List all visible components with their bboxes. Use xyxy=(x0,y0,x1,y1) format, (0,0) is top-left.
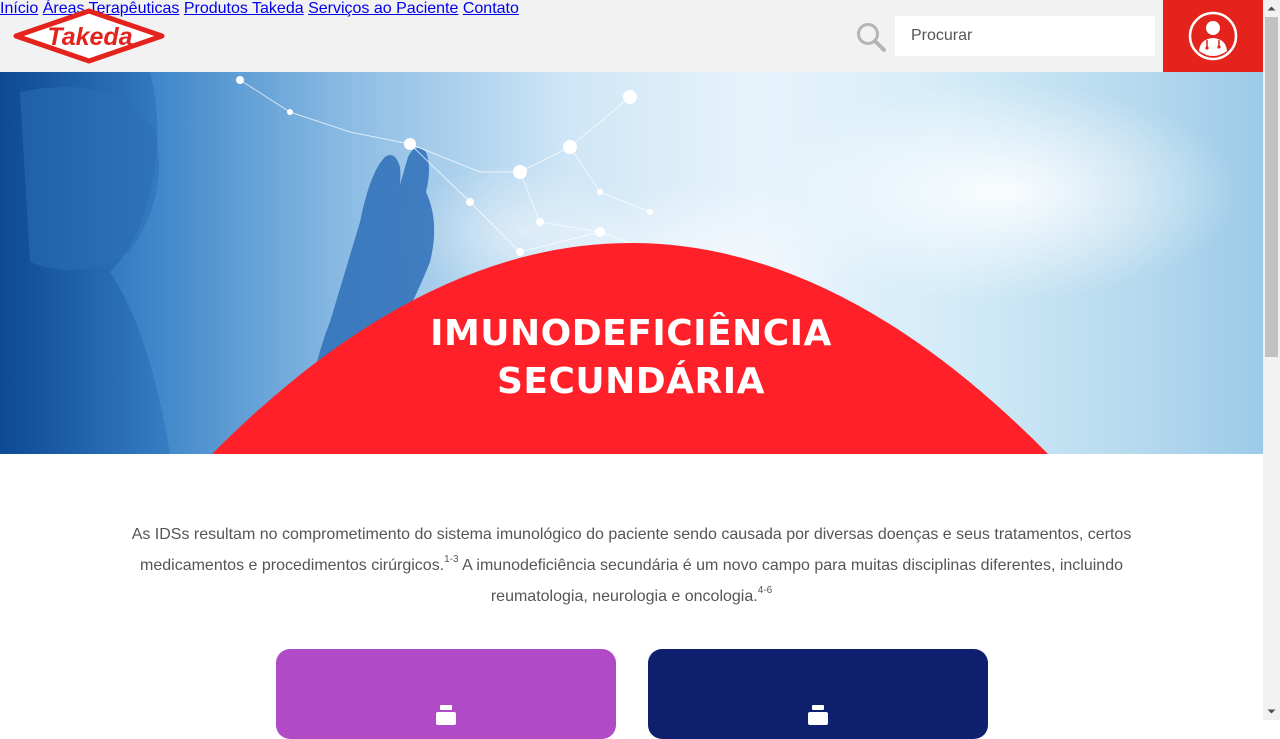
medicine-bottle-icon xyxy=(808,705,828,725)
page-scrollbar[interactable] xyxy=(1263,0,1280,720)
doctor-profile-icon xyxy=(1188,11,1238,61)
nav-contato[interactable]: Contato xyxy=(463,0,519,17)
medicine-bottle-icon xyxy=(436,705,456,725)
intro-text-part2: A imunodeficiência secundária é um novo … xyxy=(458,557,1123,605)
card-navy[interactable] xyxy=(648,649,988,739)
scroll-down-arrow-icon[interactable] xyxy=(1263,703,1280,720)
takeda-logo[interactable]: Takeda xyxy=(12,8,166,64)
hero-title-line1: IMUNODEFICIÊNCIA xyxy=(430,313,832,354)
nav-produtos-takeda[interactable]: Produtos Takeda xyxy=(184,0,304,17)
healthcare-professional-button[interactable] xyxy=(1163,0,1263,72)
search-icon[interactable] xyxy=(856,22,886,52)
scroll-up-arrow-icon[interactable] xyxy=(1263,0,1280,17)
card-purple[interactable] xyxy=(276,649,616,739)
hero-banner: IMUNODEFICIÊNCIA SECUNDÁRIA xyxy=(0,72,1263,454)
search-input[interactable] xyxy=(895,16,1155,56)
site-header: Takeda Início Áreas Terapêuticas Produto… xyxy=(0,0,1263,72)
hero-title: IMUNODEFICIÊNCIA SECUNDÁRIA xyxy=(331,310,931,406)
citation-1-3: 1-3 xyxy=(444,553,459,565)
logo-text: Takeda xyxy=(47,23,132,51)
scrollbar-thumb[interactable] xyxy=(1265,17,1278,357)
nav-servicos-ao-paciente[interactable]: Serviços ao Paciente xyxy=(308,0,458,17)
intro-paragraph: As IDSs resultam no comprometimento do s… xyxy=(120,519,1143,612)
hero-title-line2: SECUNDÁRIA xyxy=(496,361,766,402)
citation-4-6: 4-6 xyxy=(757,584,773,596)
